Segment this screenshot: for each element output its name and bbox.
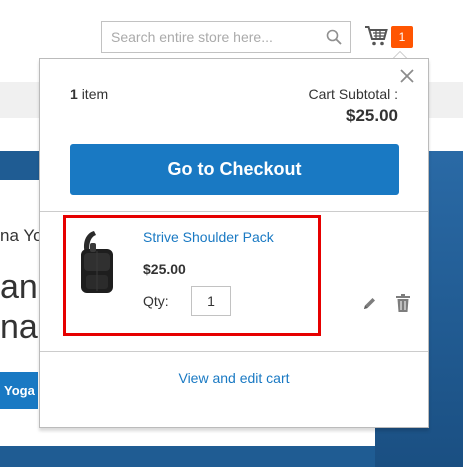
subtotal-amount: $25.00 [346, 106, 398, 125]
product-name-link[interactable]: Strive Shoulder Pack [143, 229, 274, 245]
minicart-dropdown: 1 item Cart Subtotal : $25.00 Go to Chec… [39, 58, 429, 428]
close-icon[interactable] [398, 67, 416, 85]
trash-icon[interactable] [396, 294, 410, 312]
divider [40, 351, 428, 352]
search-icon[interactable] [326, 29, 342, 45]
items-count: 1 item [70, 86, 108, 102]
hero-subtitle: na Yo [0, 226, 43, 245]
search-input[interactable] [102, 22, 312, 52]
items-count-label: item [81, 86, 109, 102]
subtotal-label: Cart Subtotal : [308, 86, 399, 102]
cart-icon[interactable] [364, 25, 388, 47]
product-price: $25.00 [143, 261, 186, 277]
edit-pencil-icon[interactable] [362, 296, 377, 311]
qty-input[interactable] [191, 286, 231, 316]
product-image[interactable] [72, 229, 122, 297]
hero-title-line-1: an [0, 268, 38, 306]
qty-label: Qty: [143, 293, 169, 309]
checkout-button[interactable]: Go to Checkout [70, 144, 399, 195]
hero-shop-button[interactable]: Yoga [0, 372, 38, 409]
view-edit-cart-link[interactable]: View and edit cart [40, 370, 428, 386]
divider [40, 211, 428, 212]
items-count-number: 1 [70, 86, 78, 102]
cart-count-badge[interactable]: 1 [391, 26, 413, 48]
search-box [101, 21, 351, 53]
